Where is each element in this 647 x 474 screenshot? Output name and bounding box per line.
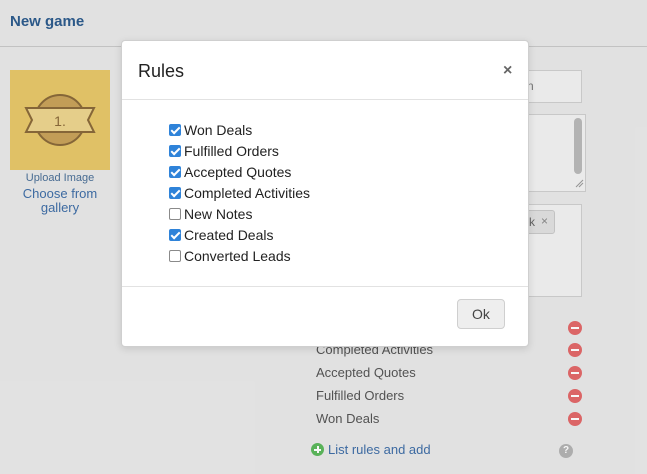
checkbox-label: Created Deals: [184, 226, 274, 243]
checkbox-label: Accepted Quotes: [184, 163, 292, 180]
checkbox-row[interactable]: Completed Activities: [169, 182, 310, 203]
checkbox-label: Fulfilled Orders: [184, 142, 279, 159]
checkbox-label: New Notes: [184, 205, 253, 222]
checkbox[interactable]: [169, 186, 181, 199]
checkbox[interactable]: [169, 249, 181, 262]
checkbox-label: Completed Activities: [184, 184, 311, 201]
checkbox[interactable]: [169, 165, 181, 178]
checkbox-row[interactable]: Fulfilled Orders: [169, 140, 310, 161]
modal-divider: [122, 286, 528, 287]
rules-checklist: Won Deals Fulfilled Orders Accepted Quot…: [169, 119, 310, 266]
ok-button[interactable]: Ok: [457, 299, 505, 329]
checkbox-row[interactable]: Converted Leads: [169, 245, 310, 266]
checkbox[interactable]: [169, 228, 181, 241]
checkbox-row[interactable]: Created Deals: [169, 224, 310, 245]
checkbox-row[interactable]: New Notes: [169, 203, 310, 224]
rules-modal: Rules × Won Deals Fulfilled Orders Accep…: [121, 40, 529, 347]
checkbox-label: Converted Leads: [184, 247, 291, 264]
checkbox-row[interactable]: Won Deals: [169, 119, 310, 140]
close-icon[interactable]: ×: [503, 62, 512, 80]
checkbox[interactable]: [169, 123, 181, 136]
modal-divider: [122, 99, 528, 100]
modal-title: Rules: [138, 61, 185, 81]
checkbox[interactable]: [169, 207, 181, 220]
checkbox-row[interactable]: Accepted Quotes: [169, 161, 310, 182]
checkbox-label: Won Deals: [184, 121, 253, 138]
checkbox[interactable]: [169, 144, 181, 157]
